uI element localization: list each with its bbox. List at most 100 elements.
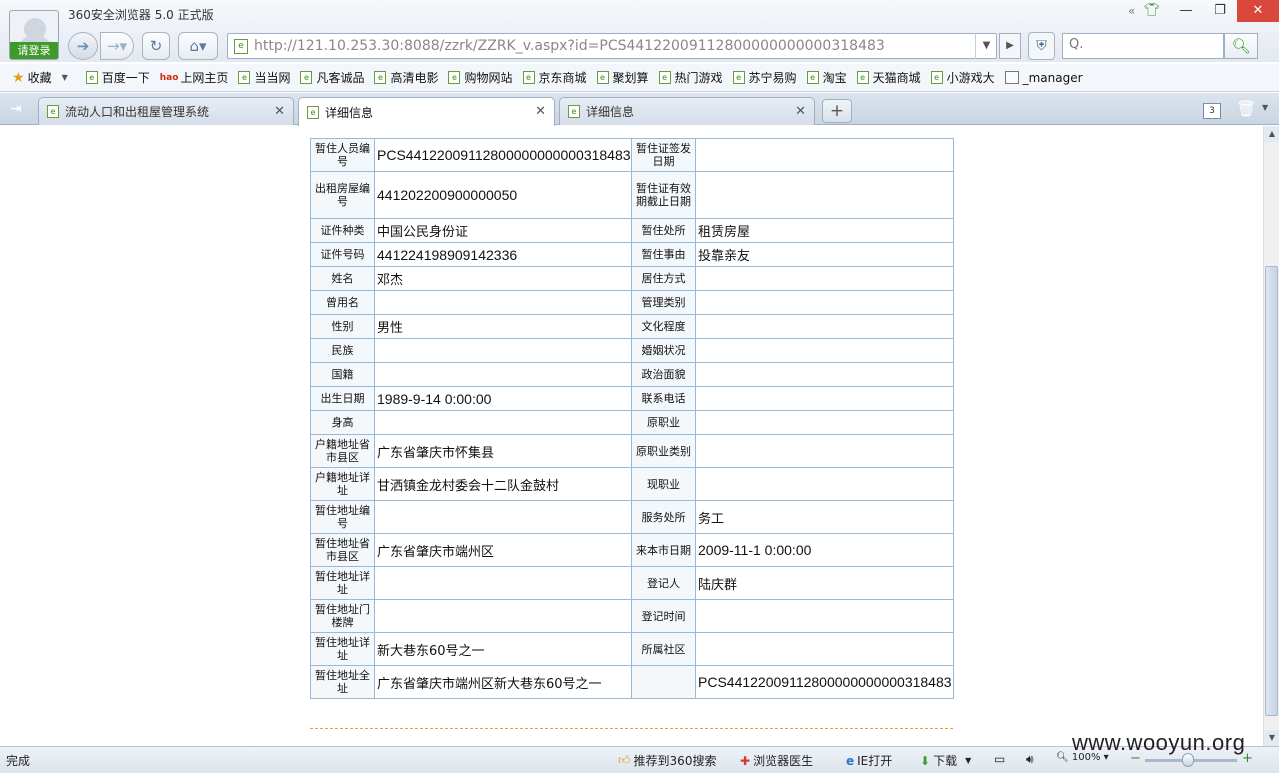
bookmark-item[interactable]: e 京东商城 bbox=[522, 69, 587, 86]
field-label: 居住方式 bbox=[631, 266, 696, 291]
thumb-up-icon: 👍︎ bbox=[618, 753, 631, 767]
bookmark-item[interactable]: e 当当网 bbox=[238, 69, 290, 86]
bookmark-label: 淘宝 bbox=[822, 71, 847, 85]
table-row: 暂住地址全址 广东省肇庆市端州区新大巷东60号之一 PCS4412200911280… bbox=[310, 665, 954, 699]
scroll-thumb[interactable] bbox=[1265, 266, 1278, 716]
field-label: 暂住地址详址 bbox=[310, 632, 375, 666]
search-box[interactable]: Q. bbox=[1062, 33, 1224, 59]
field-label: 出生日期 bbox=[310, 386, 375, 411]
bookmark-item[interactable]: e 凡客诚品 bbox=[300, 69, 364, 86]
field-value: 新大巷东60号之一 bbox=[374, 632, 632, 666]
tab-details-active[interactable]: e 详细信息 ✕ bbox=[298, 97, 555, 126]
field-value: 广东省肇庆市端州区新大巷东60号之一 bbox=[374, 665, 632, 699]
bookmark-item[interactable]: e 热门游戏 bbox=[658, 69, 723, 86]
download-button[interactable]: ⬇ 下载 ▼ bbox=[920, 752, 971, 769]
tab-system[interactable]: e 流动人口和出租屋管理系统 ✕ bbox=[38, 97, 294, 125]
close-tab-icon[interactable]: ✕ bbox=[535, 104, 546, 119]
browser-doctor-button[interactable]: ✚ 浏览器医生 bbox=[740, 752, 813, 769]
bookmark-item[interactable]: e 聚划算 bbox=[596, 69, 649, 86]
field-value: 广东省肇庆市怀集县 bbox=[374, 434, 632, 468]
scroll-down-icon[interactable]: ▼ bbox=[1264, 730, 1279, 746]
bookmark-item[interactable]: e 购物网站 bbox=[448, 69, 513, 86]
window-controls: 👕︎ — ❐ ✕ bbox=[1135, 0, 1279, 22]
page-icon: e bbox=[658, 71, 671, 84]
speaker-icon[interactable]: 🔊︎ bbox=[1026, 752, 1034, 767]
user-avatar[interactable]: 请登录 bbox=[9, 10, 59, 60]
field-value: 务工 bbox=[695, 500, 954, 534]
table-row: 暂住人员编号 PCS44122009112800000000000318483 暂住… bbox=[310, 138, 954, 172]
page-icon: e bbox=[568, 105, 580, 118]
table-row: 出租房屋编号 441202200900000050 暂住证有效期截止日期 bbox=[310, 171, 954, 219]
bookmark-item[interactable]: e 淘宝 bbox=[806, 69, 847, 86]
shield-icon[interactable]: ⛨ bbox=[1028, 32, 1055, 60]
minimize-button[interactable]: — bbox=[1169, 0, 1203, 22]
address-bar[interactable]: e bbox=[227, 33, 997, 59]
close-tab-icon[interactable]: ✕ bbox=[795, 104, 806, 119]
forward-button[interactable]: →▾ bbox=[100, 32, 134, 60]
field-label: 性别 bbox=[310, 314, 375, 339]
table-row: 性别 男性 文化程度 bbox=[310, 314, 954, 339]
field-label: 所属社区 bbox=[631, 632, 696, 666]
favorites-menu[interactable]: ★ 收藏 ▼ bbox=[12, 69, 68, 86]
field-value: 中国公民身份证 bbox=[374, 218, 632, 243]
field-label: 暂住证有效期截止日期 bbox=[631, 171, 696, 219]
url-input[interactable] bbox=[254, 37, 954, 55]
shirt-icon[interactable]: 👕︎ bbox=[1135, 0, 1169, 22]
home-button[interactable]: ⌂▾ bbox=[178, 32, 218, 60]
bookmark-item[interactable]: _manager bbox=[1004, 71, 1083, 85]
field-value bbox=[695, 386, 954, 411]
bookmark-item[interactable]: e 高清电影 bbox=[374, 69, 438, 86]
field-label: 暂住地址详址 bbox=[310, 566, 375, 600]
tab-count-icon[interactable]: 3 bbox=[1203, 103, 1221, 119]
field-label: 联系电话 bbox=[631, 386, 696, 411]
vertical-scrollbar[interactable]: ▲ ▼ bbox=[1263, 126, 1279, 746]
field-label: 登记人 bbox=[631, 566, 696, 600]
field-label: 户籍地址省市县区 bbox=[310, 434, 375, 468]
sidebar-toggle-icon[interactable]: ⇥ bbox=[10, 101, 22, 117]
screen-icon[interactable]: ▭ bbox=[994, 752, 1005, 766]
trash-icon[interactable]: 🗑︎ bbox=[1236, 99, 1256, 118]
search-input[interactable] bbox=[1089, 38, 1219, 52]
search-engine-icon[interactable]: Q. bbox=[1069, 37, 1083, 52]
home-icon: ⌂▾ bbox=[189, 37, 207, 55]
table-row: 姓名 邓杰 居住方式 bbox=[310, 266, 954, 291]
arrow-right-icon: →▾ bbox=[106, 37, 128, 55]
ie-open-button[interactable]: e IE打开 bbox=[846, 752, 892, 769]
address-dropdown-icon[interactable]: ▼ bbox=[975, 33, 997, 59]
recommend-360-button[interactable]: 👍︎ 推荐到360搜索 bbox=[618, 752, 716, 769]
status-text: 完成 bbox=[6, 754, 31, 768]
field-value bbox=[374, 338, 632, 363]
tab-details[interactable]: e 详细信息 ✕ bbox=[559, 97, 815, 125]
search-button[interactable]: 🔍︎ bbox=[1224, 33, 1258, 59]
refresh-icon: ↻ bbox=[149, 37, 163, 55]
bookmark-item[interactable]: e 苏宁易购 bbox=[732, 69, 797, 86]
close-tab-icon[interactable]: ✕ bbox=[274, 104, 285, 119]
close-button[interactable]: ✕ bbox=[1237, 0, 1279, 22]
bookmark-item[interactable]: e 天猫商城 bbox=[856, 69, 921, 86]
arrow-left-icon: ➔ bbox=[76, 37, 90, 55]
bookmark-item[interactable]: e 百度一下 bbox=[85, 69, 150, 86]
new-tab-button[interactable]: + bbox=[822, 99, 852, 123]
bookmark-item[interactable]: e 小游戏大 bbox=[930, 69, 995, 86]
chevron-down-icon[interactable]: ▼ bbox=[1262, 103, 1268, 112]
field-value: PCS44122009112800000000000318483 bbox=[695, 665, 954, 699]
page-icon: e bbox=[238, 71, 251, 84]
scroll-up-icon[interactable]: ▲ bbox=[1264, 126, 1279, 142]
back-button[interactable]: ➔ bbox=[68, 32, 98, 60]
bookmark-item[interactable]: hao 上网主页 bbox=[160, 69, 229, 86]
field-value: 1989-9-14 0:00:00 bbox=[374, 386, 632, 411]
field-label: 身高 bbox=[310, 410, 375, 435]
bookmark-bar: ★ 收藏 ▼ e 百度一下 hao 上网主页 e 当当网 e 凡客诚品 e 高清电影 e购… bbox=[0, 64, 1279, 92]
page-icon: e bbox=[307, 105, 319, 119]
bookmark-label: 天猫商城 bbox=[872, 71, 921, 85]
image-icon bbox=[1004, 71, 1019, 84]
page-icon: e bbox=[300, 71, 313, 84]
field-label: 来本市日期 bbox=[631, 533, 696, 567]
login-button[interactable]: 请登录 bbox=[10, 42, 58, 59]
field-label: 暂住人员编号 bbox=[310, 138, 375, 172]
refresh-button[interactable]: ↻ bbox=[142, 32, 170, 60]
page-icon: e bbox=[85, 71, 98, 84]
go-button[interactable]: ▶ bbox=[999, 33, 1021, 59]
restore-button[interactable]: ❐ bbox=[1203, 0, 1237, 22]
field-value bbox=[374, 566, 632, 600]
